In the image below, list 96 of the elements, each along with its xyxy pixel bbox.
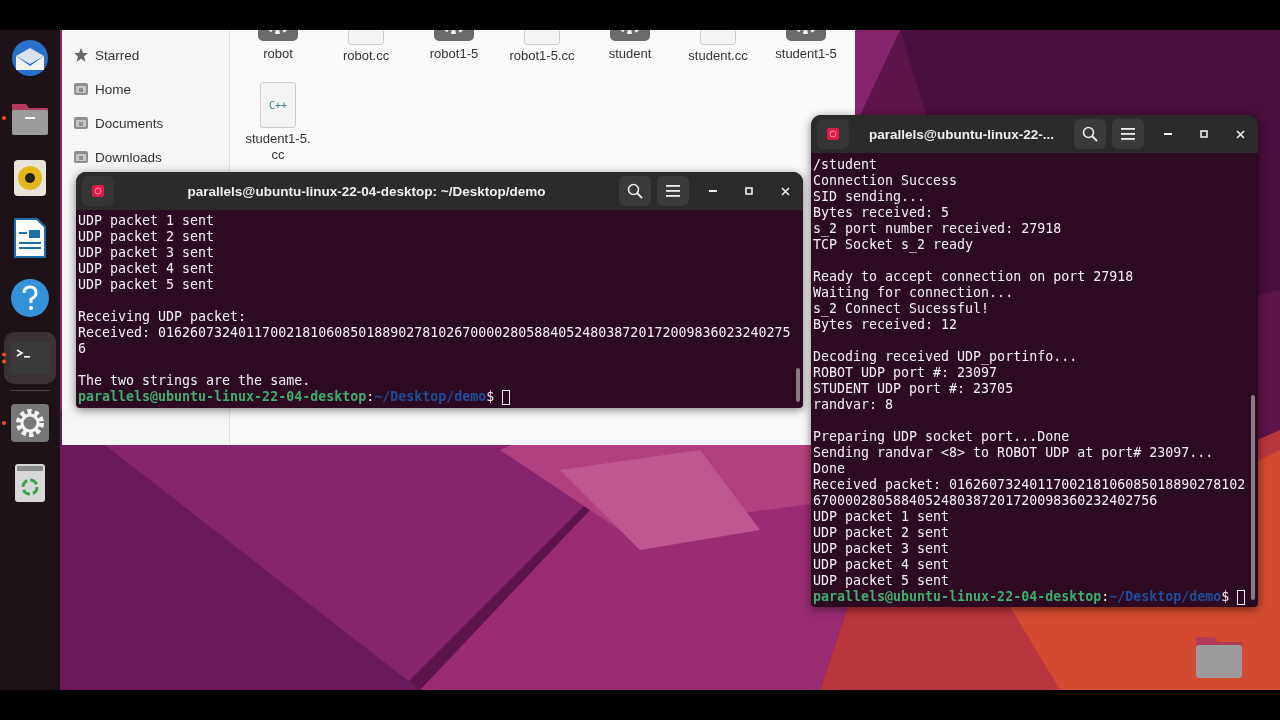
- settings-icon: [11, 404, 49, 442]
- prompt-path: ~/Desktop/demo: [374, 389, 487, 405]
- terminal-line: UDP packet 4 sent: [78, 261, 216, 277]
- speaker-icon: [13, 159, 47, 197]
- file-name: student1-5.cc: [244, 131, 312, 163]
- terminal-line: 6700002805884052480387201720098360232402756: [813, 493, 1159, 509]
- prompt-path: ~/Desktop/demo: [1109, 589, 1222, 605]
- terminal-line: Receiving UDP packet:: [78, 309, 248, 325]
- folder-icon: [74, 83, 88, 95]
- file-name: student1-5: [774, 46, 838, 62]
- terminal-line: UDP packet 4 sent: [813, 557, 951, 573]
- terminal-line: Decoding received UDP_portinfo...: [813, 349, 1079, 365]
- file-name: student.cc: [687, 48, 749, 64]
- scrollbar[interactable]: [1251, 395, 1255, 600]
- terminal-line: UDP packet 3 sent: [813, 541, 951, 557]
- terminal-line: UDP packet 1 sent: [78, 213, 216, 229]
- terminal-line: Done: [813, 461, 847, 477]
- source-file-icon: C++: [260, 82, 296, 128]
- maximize-icon: [745, 187, 753, 195]
- terminal-line: randvar: 8: [813, 397, 895, 413]
- file-name: robot: [262, 46, 294, 62]
- minimize-icon: [1164, 133, 1172, 135]
- terminal-line: s_2 Connect Sucessful!: [813, 301, 991, 317]
- file-item[interactable]: robot: [234, 30, 322, 64]
- sidebar-item[interactable]: Home: [62, 72, 229, 106]
- terminal-app-icon: [827, 128, 839, 140]
- terminal-line: Bytes received: 12: [813, 317, 959, 333]
- help-icon: [10, 278, 50, 318]
- prompt-user: parallels@ubuntu-linux-22-04-desktop: [78, 389, 367, 405]
- terminal-line: UDP packet 2 sent: [813, 525, 951, 541]
- terminal-line: UDP packet 5 sent: [78, 277, 216, 293]
- terminal-line: The two strings are the same.: [78, 373, 312, 389]
- prompt-separator: :: [366, 389, 375, 405]
- terminal-line: UDP packet 3 sent: [78, 245, 216, 261]
- prompt-user: parallels@ubuntu-linux-22-04-desktop: [813, 589, 1102, 605]
- search-button[interactable]: [1074, 119, 1106, 149]
- file-name: robot.cc: [341, 48, 391, 64]
- close-icon: [1235, 129, 1245, 139]
- terminal-line: TCP Socket s_2 ready: [813, 237, 975, 253]
- file-item[interactable]: student.cc: [674, 30, 762, 64]
- minimize-icon: [709, 190, 717, 192]
- terminal-line: 6: [78, 341, 87, 357]
- file-item[interactable]: C++ student1-5.cc: [234, 82, 322, 163]
- text-cursor: [502, 389, 511, 405]
- file-name: robot1-5: [428, 46, 480, 62]
- file-item[interactable]: student1-5: [762, 30, 850, 64]
- terminal-line: STUDENT UDP port #: 23705: [813, 381, 1015, 397]
- file-item[interactable]: student: [586, 30, 674, 64]
- terminal-app-icon: [92, 185, 104, 197]
- folder-icon: [74, 117, 88, 129]
- file-item[interactable]: robot.cc: [322, 30, 410, 64]
- terminal-line: Waiting for connection...: [813, 285, 1015, 301]
- terminal-line: Bytes received: 5: [813, 205, 951, 221]
- file-name: student: [607, 46, 653, 62]
- prompt-sign: $: [1221, 589, 1230, 605]
- terminal-line: SID sending...: [813, 189, 927, 205]
- window-title: parallels@ubuntu-linux-22-04-desktop: ~/Desktop/demo: [186, 183, 547, 199]
- file-name: robot1-5.cc: [508, 48, 576, 64]
- folder-icon: [74, 151, 88, 163]
- menu-button[interactable]: [1112, 119, 1144, 149]
- search-icon: [1082, 126, 1098, 142]
- search-icon: [627, 183, 643, 199]
- file-item[interactable]: robot1-5.cc: [498, 30, 586, 64]
- terminal-line: Received: 0162607324011700218106085018890278102670000280588405248038720172009836023240275: [78, 325, 792, 341]
- file-item[interactable]: robot1-5: [410, 30, 498, 64]
- sidebar-item[interactable]: Downloads: [62, 140, 229, 174]
- window-title: parallels@ubuntu-linux-22-...: [868, 126, 1055, 142]
- new-tab-button[interactable]: [82, 176, 114, 206]
- search-button[interactable]: [619, 176, 651, 206]
- menu-button[interactable]: [657, 176, 689, 206]
- terminal-line: /student: [813, 157, 879, 173]
- menu-icon: [1121, 128, 1135, 140]
- terminal-line: UDP packet 2 sent: [78, 229, 216, 245]
- prompt-sign: $: [486, 389, 495, 405]
- terminal-line: s_2 port number received: 27918: [813, 221, 1063, 237]
- terminal-line: Preparing UDP socket port...Done: [813, 429, 1071, 445]
- terminal-line: Sending randvar <8> to ROBOT UDP at port# 23097...: [813, 445, 1215, 461]
- new-tab-button[interactable]: [817, 119, 849, 149]
- trash-icon: [14, 463, 46, 503]
- terminal-line: Connection Success: [813, 173, 959, 189]
- prompt-separator: :: [1101, 589, 1110, 605]
- terminal-line: UDP packet 1 sent: [813, 509, 951, 525]
- terminal-line: Ready to accept connection on port 27918: [813, 269, 1135, 285]
- terminal-line: Received packet: 0162607324011700218106085018890278102: [813, 477, 1247, 493]
- text-cursor: [1237, 589, 1246, 605]
- sidebar-item[interactable]: Starred: [62, 38, 229, 72]
- document-icon: [14, 218, 46, 258]
- maximize-icon: [1200, 130, 1208, 138]
- scrollbar[interactable]: [796, 368, 800, 402]
- terminal-line: ROBOT UDP port #: 23097: [813, 365, 999, 381]
- sidebar-item[interactable]: Documents: [62, 106, 229, 140]
- terminal-icon: [11, 342, 49, 374]
- star-icon: [74, 48, 88, 62]
- close-icon: [780, 186, 790, 196]
- menu-icon: [666, 185, 680, 197]
- terminal-line: UDP packet 5 sent: [813, 573, 951, 589]
